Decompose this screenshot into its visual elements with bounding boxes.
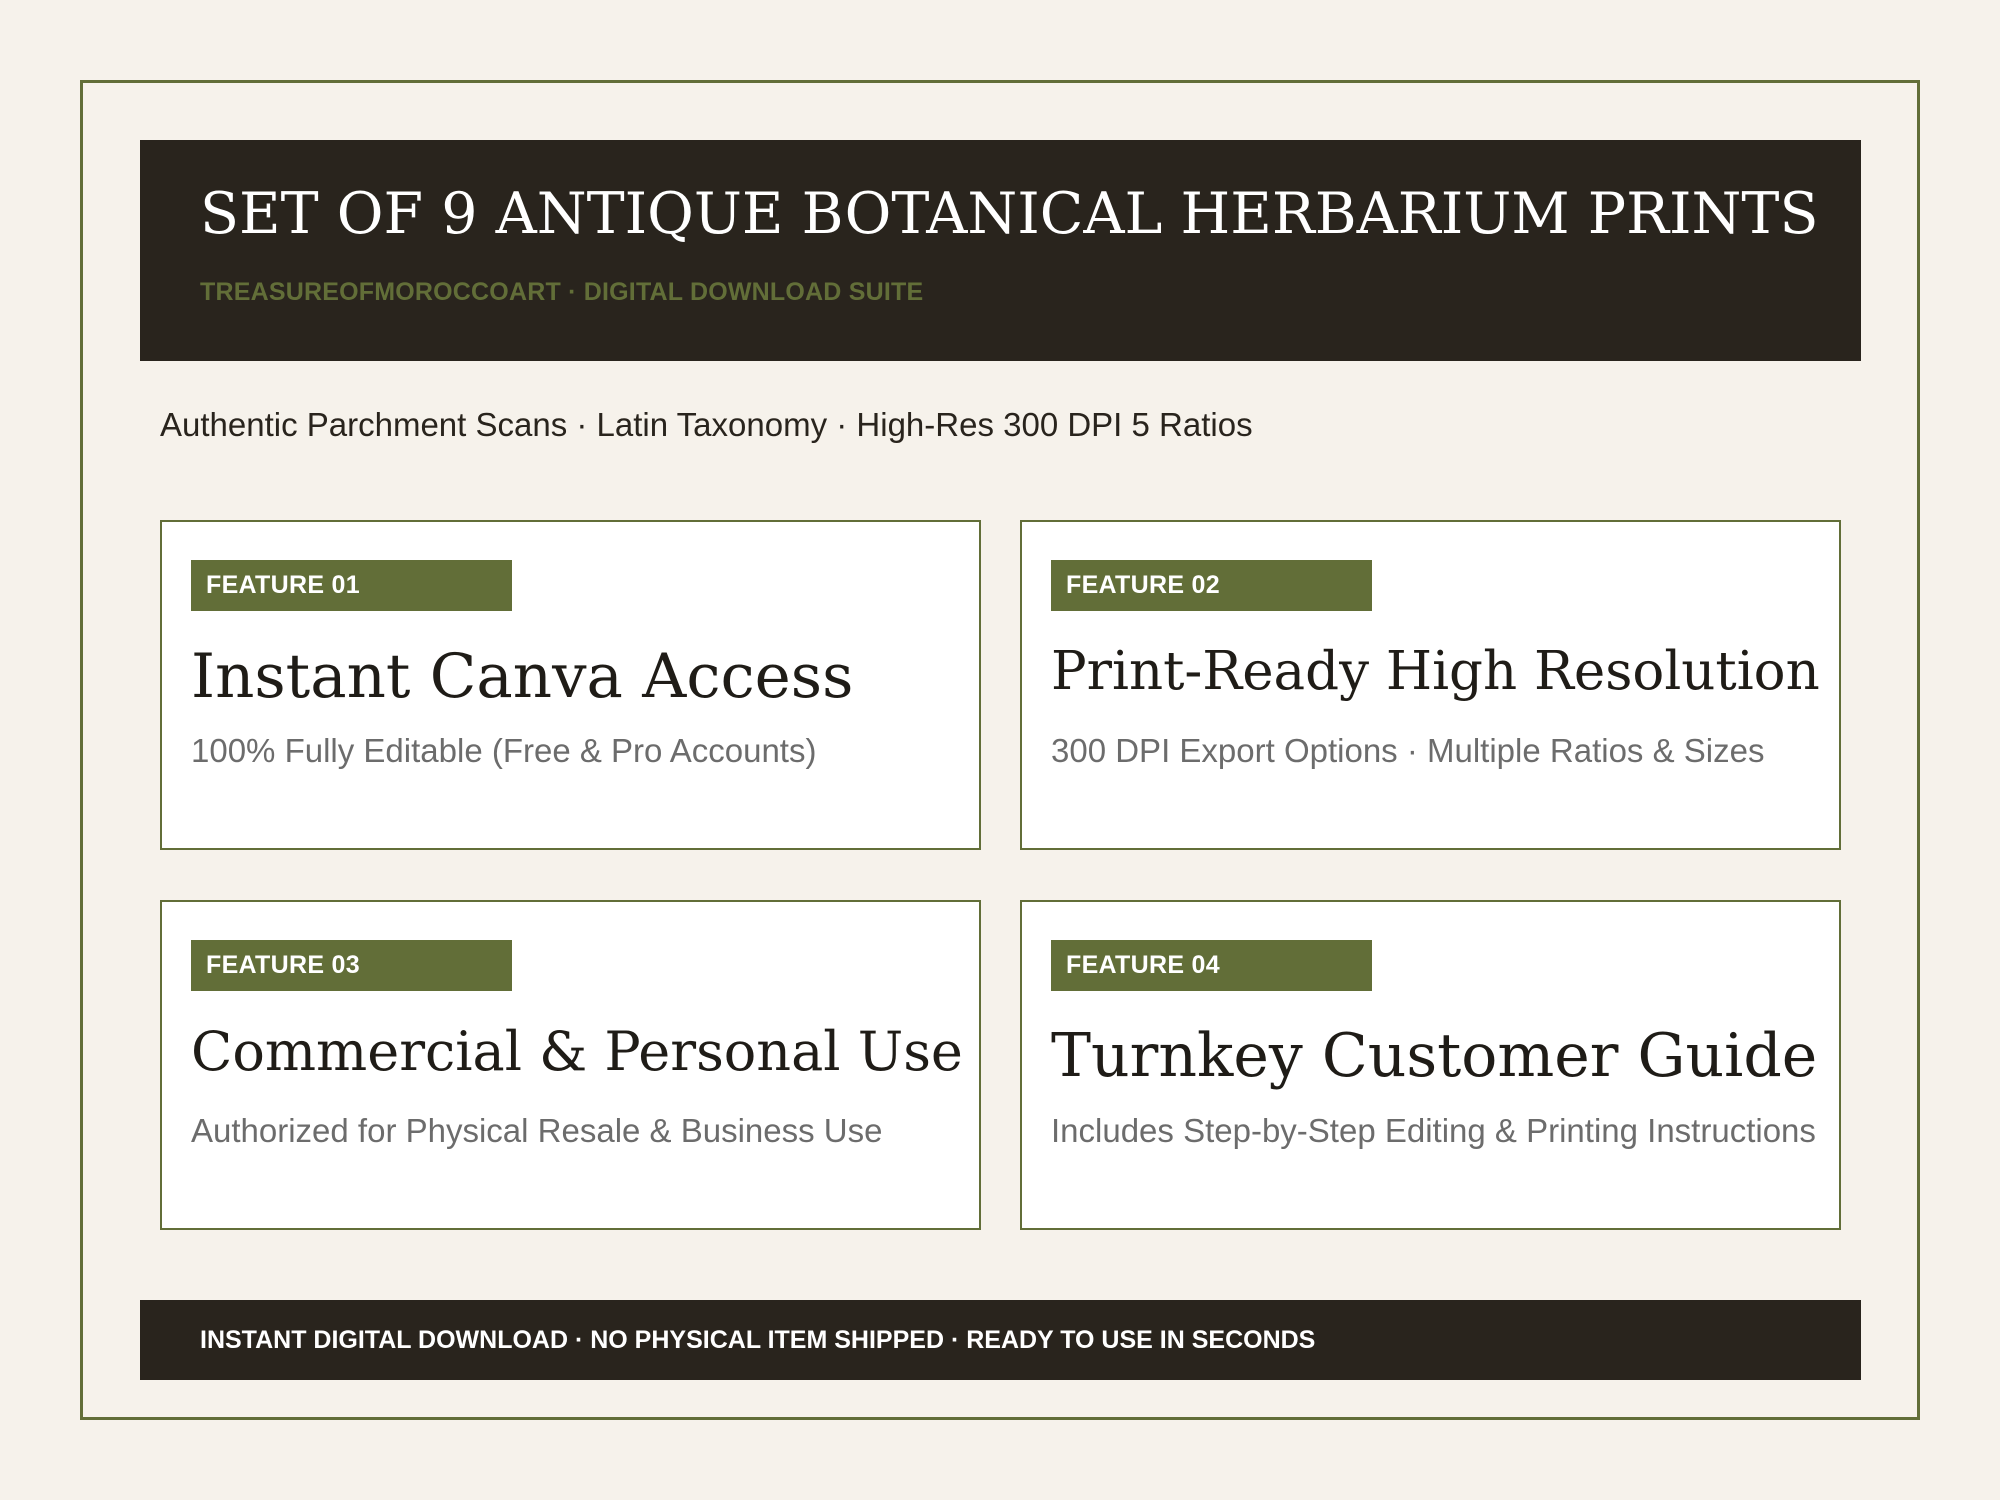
feature-title: Instant Canva Access	[191, 641, 854, 712]
feature-badge: FEATURE 02	[1051, 560, 1372, 611]
feature-title: Commercial & Personal Use	[191, 1020, 963, 1083]
feature-card-4: FEATURE 04 Turnkey Customer Guide Includ…	[1020, 900, 1841, 1230]
feature-title: Turnkey Customer Guide	[1051, 1021, 1818, 1091]
feature-badge: FEATURE 01	[191, 560, 512, 611]
feature-card-1: FEATURE 01 Instant Canva Access 100% Ful…	[160, 520, 981, 850]
footer-text: INSTANT DIGITAL DOWNLOAD · NO PHYSICAL I…	[200, 1326, 1316, 1354]
feature-badge: FEATURE 03	[191, 940, 512, 991]
tagline: Authentic Parchment Scans · Latin Taxono…	[160, 406, 1253, 443]
feature-badge: FEATURE 04	[1051, 940, 1372, 991]
feature-description: Includes Step-by-Step Editing & Printing…	[1051, 1112, 1816, 1149]
feature-description: Authorized for Physical Resale & Busines…	[191, 1112, 883, 1149]
feature-description: 100% Fully Editable (Free & Pro Accounts…	[191, 732, 817, 769]
page-title: SET OF 9 ANTIQUE BOTANICAL HERBARIUM PRI…	[200, 181, 1819, 247]
feature-description: 300 DPI Export Options · Multiple Ratios…	[1051, 732, 1765, 769]
feature-card-3: FEATURE 03 Commercial & Personal Use Aut…	[160, 900, 981, 1230]
header-banner: SET OF 9 ANTIQUE BOTANICAL HERBARIUM PRI…	[140, 140, 1861, 361]
footer-banner: INSTANT DIGITAL DOWNLOAD · NO PHYSICAL I…	[140, 1300, 1861, 1380]
feature-title: Print-Ready High Resolution	[1051, 641, 1820, 702]
feature-card-2: FEATURE 02 Print-Ready High Resolution 3…	[1020, 520, 1841, 850]
brand-subtitle: TREASUREOFMOROCCOART · DIGITAL DOWNLOAD …	[200, 278, 924, 306]
